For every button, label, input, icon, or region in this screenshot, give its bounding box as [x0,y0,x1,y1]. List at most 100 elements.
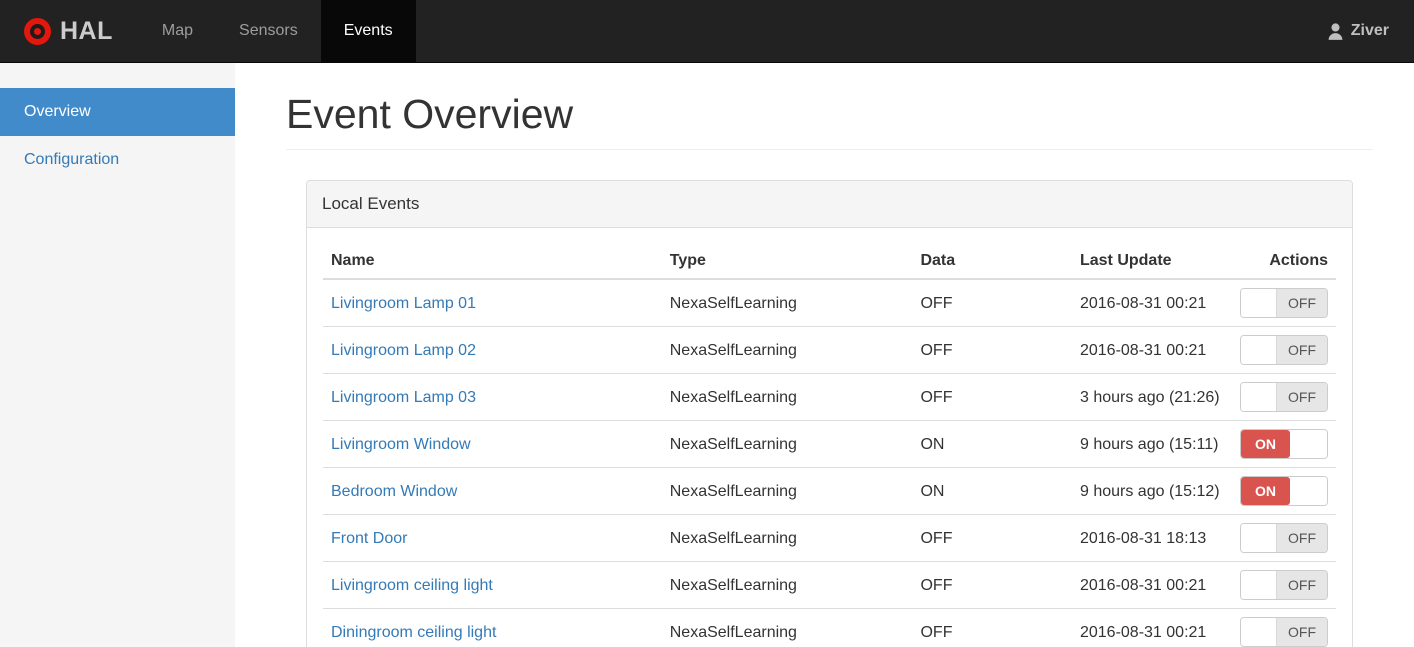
toggle-off-label: OFF [1277,289,1327,318]
event-type-cell: NexaSelfLearning [661,467,913,516]
panel-heading: Local Events [307,181,1352,229]
navbar-spacer [416,0,1301,62]
toggle-off-label: OFF [1277,571,1327,600]
event-data-cell: OFF [912,279,1072,328]
nav-item-sensors[interactable]: Sensors [216,0,321,62]
user-name: Ziver [1350,22,1389,39]
local-events-panel: Local Events Name Type Data Last Update Acti… [306,180,1353,647]
toggle-handle [1241,289,1278,318]
table-row: Diningroom ceiling light NexaSelfLearning… [323,608,1336,647]
toggle-off-label: OFF [1277,524,1327,553]
event-data-cell: ON [912,467,1072,516]
toggle-switch[interactable]: ON [1240,476,1328,507]
toggle-handle [1290,430,1327,459]
toggle-handle [1241,524,1278,553]
toggle-switch[interactable]: OFF [1240,288,1328,319]
event-name-cell: Front Door [323,514,662,563]
event-name-cell: Bedroom Window [323,467,662,516]
event-data-cell: OFF [912,326,1072,375]
column-header-name: Name [323,244,662,281]
event-name-cell: Livingroom Window [323,420,662,469]
brand-label: HAL [60,16,113,45]
toggle-handle [1290,477,1327,506]
table-row: Bedroom Window NexaSelfLearning ON 9 hours … [323,467,1336,516]
event-actions-cell: ON [1231,467,1336,516]
page-title: Event Overview [286,91,1373,151]
toggle-switch[interactable]: ON [1240,429,1328,460]
event-name-cell: Livingroom Lamp 02 [323,326,662,375]
event-actions-cell: ON [1231,420,1336,469]
table-row: Front Door NexaSelfLearning OFF 2016-08-31 … [323,514,1336,563]
panel-body: Name Type Data Last Update Actions Livingroo… [307,228,1352,647]
event-name-link[interactable]: Livingroom Lamp 01 [331,295,476,312]
event-data-cell: OFF [912,608,1072,647]
toggle-handle [1241,383,1278,412]
event-actions-cell: OFF [1231,326,1336,375]
toggle-handle [1241,336,1278,365]
main-nav: Map Sensors Events [139,0,416,62]
main-content: Event Overview Local Events Name Type Data… [235,63,1414,647]
nav-item-map[interactable]: Map [139,0,216,62]
event-actions-cell: OFF [1231,608,1336,647]
event-last-update-cell: 9 hours ago (15:12) [1071,467,1232,516]
toggle-on-label: ON [1241,430,1291,459]
table-row: Livingroom ceiling light NexaSelfLearning… [323,561,1336,610]
event-data-cell: OFF [912,561,1072,610]
event-last-update-cell: 2016-08-31 00:21 [1071,279,1232,328]
column-header-type: Type [661,244,913,281]
event-type-cell: NexaSelfLearning [661,420,913,469]
table-row: Livingroom Window NexaSelfLearning ON 9 hou… [323,420,1336,469]
event-actions-cell: OFF [1231,561,1336,610]
nav-item-events[interactable]: Events [320,0,416,62]
event-last-update-cell: 9 hours ago (15:11) [1071,420,1232,469]
toggle-switch[interactable]: OFF [1240,523,1328,554]
toggle-off-label: OFF [1277,618,1327,647]
table-row: Livingroom Lamp 01 NexaSelfLearning OFF 201… [323,279,1336,328]
event-actions-cell: OFF [1231,373,1336,422]
sidebar-item-overview[interactable]: Overview [0,88,235,136]
event-name-link[interactable]: Front Door [331,530,407,547]
event-last-update-cell: 2016-08-31 00:21 [1071,608,1232,647]
user-menu[interactable]: Ziver [1301,0,1414,62]
event-last-update-cell: 2016-08-31 00:21 [1071,561,1232,610]
toggle-switch[interactable]: OFF [1240,382,1328,413]
event-type-cell: NexaSelfLearning [661,608,913,647]
event-data-cell: OFF [912,514,1072,563]
hal-logo-icon [24,17,51,45]
brand[interactable]: HAL [0,0,127,62]
toggle-switch[interactable]: OFF [1240,617,1328,647]
layout: Overview Configuration Event Overview Loc… [0,63,1414,647]
table-row: Livingroom Lamp 02 NexaSelfLearning OFF 201… [323,326,1336,375]
event-name-cell: Livingroom Lamp 03 [323,373,662,422]
toggle-off-label: OFF [1277,336,1327,365]
sidebar-item-configuration[interactable]: Configuration [0,136,235,184]
event-data-cell: OFF [912,373,1072,422]
event-last-update-cell: 2016-08-31 18:13 [1071,514,1232,563]
toggle-handle [1241,571,1278,600]
event-name-link[interactable]: Diningroom ceiling light [331,624,496,641]
event-last-update-cell: 2016-08-31 00:21 [1071,326,1232,375]
sidebar: Overview Configuration [0,63,235,647]
event-name-link[interactable]: Bedroom Window [331,483,457,500]
event-name-link[interactable]: Livingroom Window [331,436,471,453]
event-actions-cell: OFF [1231,514,1336,563]
panel-wrap: Local Events Name Type Data Last Update Acti… [306,180,1353,647]
event-name-cell: Diningroom ceiling light [323,608,662,647]
event-type-cell: NexaSelfLearning [661,326,913,375]
user-icon [1326,22,1345,41]
events-table: Name Type Data Last Update Actions Livingroo… [323,244,1336,647]
event-type-cell: NexaSelfLearning [661,514,913,563]
event-name-link[interactable]: Livingroom ceiling light [331,577,493,594]
toggle-handle [1241,618,1278,647]
event-name-link[interactable]: Livingroom Lamp 03 [331,389,476,406]
table-header-row: Name Type Data Last Update Actions [323,244,1336,281]
toggle-off-label: OFF [1277,383,1327,412]
event-actions-cell: OFF [1231,279,1336,328]
event-name-cell: Livingroom Lamp 01 [323,279,662,328]
event-name-link[interactable]: Livingroom Lamp 02 [331,342,476,359]
table-row: Livingroom Lamp 03 NexaSelfLearning OFF 3 h… [323,373,1336,422]
toggle-switch[interactable]: OFF [1240,335,1328,366]
column-header-actions: Actions [1231,244,1336,281]
toggle-on-label: ON [1241,477,1291,506]
toggle-switch[interactable]: OFF [1240,570,1328,601]
